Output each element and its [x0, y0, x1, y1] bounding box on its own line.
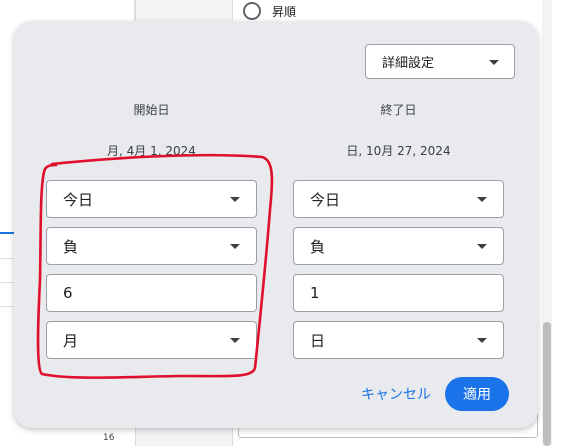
start-date-header: 開始日	[133, 103, 170, 117]
radio-button-icon[interactable]	[243, 2, 261, 20]
sort-ascending-label: 昇順	[272, 5, 297, 19]
start-amount-value: 6	[63, 284, 73, 302]
apply-button[interactable]: 適用	[445, 377, 509, 411]
end-date-header: 終了日	[380, 103, 417, 117]
end-reference-dropdown[interactable]: 今日	[293, 180, 504, 218]
caret-down-icon	[489, 60, 499, 65]
caret-down-icon	[230, 338, 240, 343]
row-number: 16	[103, 433, 115, 443]
caret-down-icon	[230, 244, 240, 249]
end-unit-dropdown[interactable]: 日	[293, 321, 504, 359]
grid-line	[0, 258, 14, 259]
cancel-button[interactable]: キャンセル	[354, 377, 438, 411]
sheet-header-cell	[0, 0, 135, 22]
caret-down-icon	[230, 197, 240, 202]
end-amount-input[interactable]: 1	[293, 274, 504, 312]
caret-down-icon	[477, 197, 487, 202]
end-date-text: 日, 10月 27, 2024	[346, 144, 451, 158]
end-direction-value: 負	[310, 237, 326, 256]
advanced-settings-label: 詳細設定	[382, 56, 435, 71]
start-unit-dropdown[interactable]: 月	[46, 321, 257, 359]
grid-line	[0, 306, 14, 307]
start-amount-input[interactable]: 6	[46, 274, 257, 312]
end-amount-value: 1	[310, 284, 320, 302]
advanced-settings-dropdown[interactable]: 詳細設定	[365, 44, 515, 79]
end-unit-value: 日	[310, 331, 326, 350]
selected-row-indicator	[0, 232, 14, 234]
start-reference-dropdown[interactable]: 今日	[46, 180, 257, 218]
start-direction-value: 負	[63, 237, 79, 256]
start-direction-dropdown[interactable]: 負	[46, 227, 257, 265]
start-date-text: 月, 4月 1, 2024	[107, 144, 196, 158]
grid-line	[0, 282, 14, 283]
caret-down-icon	[477, 338, 487, 343]
scrollbar-thumb[interactable]	[543, 322, 551, 446]
date-range-dialog: 詳細設定 開始日 月, 4月 1, 2024 今日 負 6 月 終了日 日, 1…	[14, 21, 538, 428]
end-direction-dropdown[interactable]: 負	[293, 227, 504, 265]
start-reference-value: 今日	[63, 190, 94, 209]
caret-down-icon	[477, 244, 487, 249]
start-unit-value: 月	[63, 331, 79, 350]
end-reference-value: 今日	[310, 190, 341, 209]
